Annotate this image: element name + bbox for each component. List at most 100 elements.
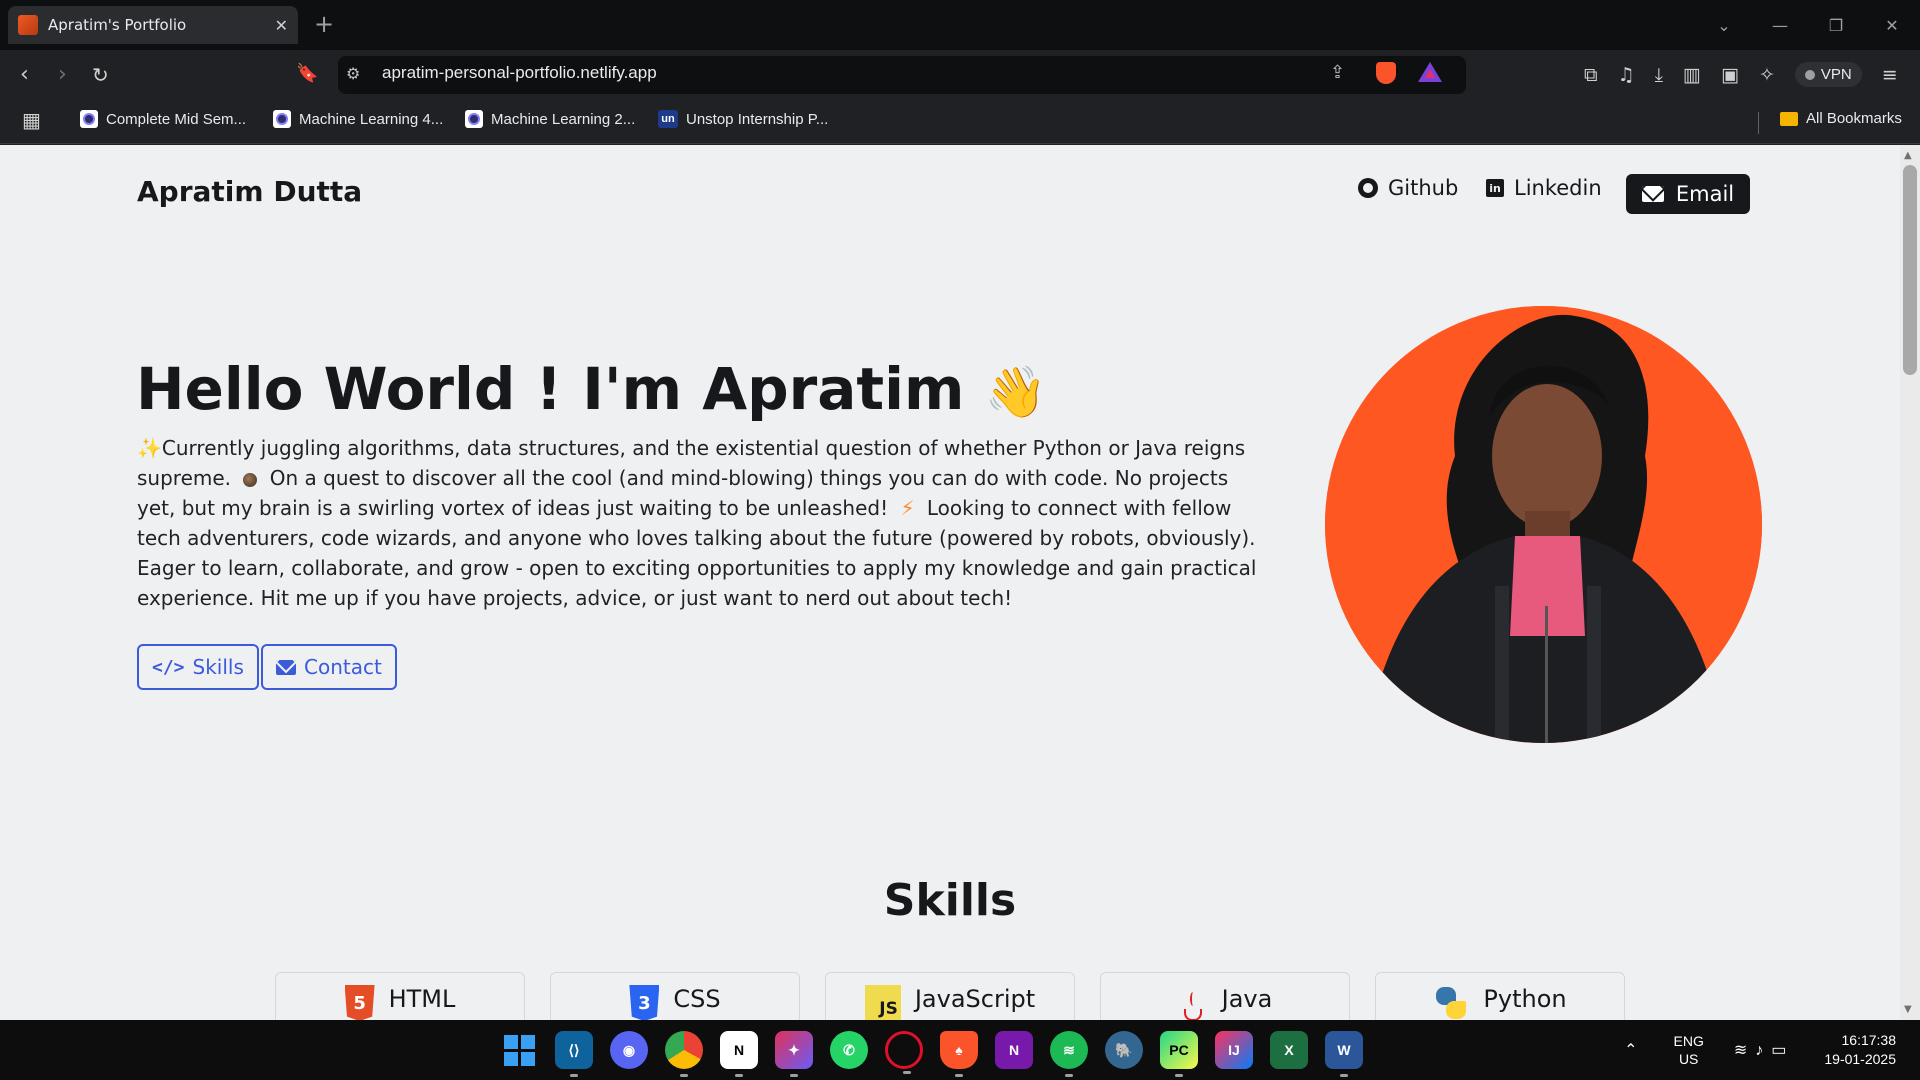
scroll-down-arrow-icon[interactable]: ▼ — [1904, 1004, 1912, 1015]
all-bookmarks-button[interactable]: All Bookmarks — [1780, 110, 1902, 127]
bookmark-item[interactable]: un Unstop Internship P... — [658, 110, 828, 128]
leo-ai-icon[interactable]: ✧ — [1759, 64, 1775, 86]
bookmark-page-icon[interactable]: 🔖 — [296, 63, 318, 84]
clock-time: 16:17:38 — [1841, 1032, 1897, 1048]
tab-title: Apratim's Portfolio — [48, 16, 187, 34]
intellij-icon[interactable]: IJ — [1215, 1031, 1253, 1069]
forward-icon[interactable]: › — [58, 62, 67, 88]
notion-icon[interactable]: N — [720, 1031, 758, 1077]
share-icon[interactable]: ⇪ — [1330, 62, 1345, 83]
contact-button[interactable]: Contact — [261, 644, 397, 690]
portfolio-page: Apratim Dutta Github in Linkedin Email H… — [0, 145, 1900, 1020]
opera-icon[interactable] — [885, 1031, 923, 1074]
clock[interactable]: 16:17:38 19-01-2025 — [1824, 1031, 1896, 1069]
window-controls: ⌄ — ❐ ✕ — [1696, 0, 1920, 50]
onenote-icon[interactable]: N — [995, 1031, 1033, 1069]
menu-icon[interactable]: ≡ — [1882, 64, 1898, 86]
brave-shields-icon[interactable] — [1376, 62, 1396, 84]
scroll-up-arrow-icon[interactable]: ▲ — [1904, 150, 1912, 161]
discord-icon[interactable]: ◉ — [610, 1031, 648, 1069]
apps-grid-icon[interactable]: ▦ — [22, 108, 41, 132]
tab-search-chevron-icon[interactable]: ⌄ — [1696, 16, 1752, 35]
hero-title-text: Hello World ! I'm Apratim — [136, 355, 965, 423]
skill-card-html: 5 HTML — [275, 972, 525, 1020]
linkedin-link[interactable]: in Linkedin — [1486, 176, 1602, 200]
hero-bio: ✨Currently juggling algorithms, data str… — [137, 433, 1267, 613]
start-menu-icon[interactable] — [500, 1031, 538, 1069]
envelope-icon — [1641, 186, 1664, 202]
new-tab-icon[interactable]: + — [314, 10, 334, 38]
vpn-button[interactable]: VPN — [1794, 62, 1862, 87]
chrome-icon[interactable] — [665, 1031, 703, 1077]
skill-card-css: 3 CSS — [550, 972, 800, 1020]
folder-icon — [1780, 111, 1798, 126]
minimize-icon[interactable]: — — [1752, 16, 1808, 35]
bookmark-item[interactable]: Machine Learning 4... — [273, 110, 443, 128]
site-brand[interactable]: Apratim Dutta — [137, 175, 362, 208]
hero-title: Hello World ! I'm Apratim 👋 — [136, 355, 1047, 423]
spotify-icon[interactable]: ≋ — [1050, 1031, 1088, 1077]
linkedin-label: Linkedin — [1514, 176, 1602, 200]
volume-icon: ♪ — [1755, 1042, 1772, 1059]
skill-card-python: Python — [1375, 972, 1625, 1020]
lightning-icon: ⚡ — [900, 496, 915, 520]
pycharm-icon[interactable]: PC — [1160, 1031, 1198, 1077]
waving-hand-icon: 👋 — [984, 363, 1047, 421]
linkedin-icon: in — [1486, 179, 1504, 197]
github-label: Github — [1388, 176, 1459, 200]
bookmark-item[interactable]: Complete Mid Sem... — [80, 110, 246, 128]
skill-label: Java — [1221, 985, 1273, 1013]
crystal-ball-icon — [243, 472, 258, 487]
skill-label: HTML — [388, 985, 456, 1013]
sparkles-icon: ✨ — [137, 436, 162, 460]
excel-icon[interactable]: X — [1270, 1031, 1308, 1069]
sidebar-icon[interactable]: ▥ — [1683, 64, 1701, 86]
postgresql-icon[interactable]: 🐘 — [1105, 1031, 1143, 1069]
back-icon[interactable]: ‹ — [20, 62, 29, 88]
media-icon[interactable]: ♫ — [1618, 64, 1635, 86]
tab-close-icon[interactable]: ✕ — [275, 16, 288, 35]
whatsapp-icon[interactable]: ✆ — [830, 1031, 868, 1069]
skill-label: JavaScript — [914, 985, 1036, 1013]
bookmark-label: Unstop Internship P... — [686, 110, 829, 128]
java-icon — [1178, 985, 1208, 1020]
brave-rewards-icon[interactable] — [1418, 62, 1442, 82]
bookmark-label: Machine Learning 4... — [299, 110, 444, 128]
css3-icon: 3 — [629, 985, 660, 1020]
skills-button[interactable]: </> Skills — [137, 644, 259, 690]
maximize-icon[interactable]: ❐ — [1808, 16, 1864, 35]
javascript-icon: JS — [864, 985, 901, 1020]
browser-tab-active[interactable]: Apratim's Portfolio ✕ — [8, 6, 298, 44]
vscode-icon[interactable]: ⟨⟩ — [555, 1031, 593, 1077]
academy-icon — [80, 110, 98, 128]
skill-label: CSS — [673, 985, 721, 1013]
all-bookmarks-label: All Bookmarks — [1806, 110, 1902, 127]
photos-icon[interactable]: ✦ — [775, 1031, 813, 1077]
email-button[interactable]: Email — [1626, 174, 1750, 214]
address-url[interactable]: apratim-personal-portfolio.netlify.app — [382, 63, 657, 83]
input-language[interactable]: ENG US — [1674, 1032, 1704, 1068]
bookmark-item[interactable]: Machine Learning 2... — [465, 110, 635, 128]
site-info-icon[interactable]: ⚙ — [346, 64, 360, 83]
extensions-icon[interactable]: ⧉ — [1584, 64, 1598, 86]
downloads-icon[interactable]: ⤓ — [1655, 64, 1663, 86]
github-link[interactable]: Github — [1358, 176, 1458, 200]
html5-icon: 5 — [344, 985, 375, 1020]
network-volume-battery[interactable]: ≋♪▭ — [1734, 1040, 1795, 1060]
skill-label: Python — [1483, 985, 1567, 1013]
taskbar-apps: ⟨⟩ ◉ N ✦ ✆ ♠ N ≋ 🐘 PC IJ X W — [500, 1031, 1363, 1077]
skills-button-label: Skills — [192, 655, 244, 679]
word-icon[interactable]: W — [1325, 1031, 1363, 1077]
brave-browser-icon[interactable]: ♠ — [940, 1031, 978, 1077]
show-hidden-icons-chevron-icon[interactable]: ⌃ — [1624, 1040, 1637, 1060]
clock-date: 19-01-2025 — [1824, 1051, 1896, 1067]
contact-button-label: Contact — [304, 655, 382, 679]
system-tray: ⌃ ENG US ≋♪▭ 16:17:38 19-01-2025 — [1624, 1020, 1920, 1080]
tab-strip: Apratim's Portfolio ✕ + ⌄ — ❐ ✕ — [0, 0, 1920, 50]
bookmark-label: Machine Learning 2... — [491, 110, 636, 128]
reload-icon[interactable]: ↻ — [92, 62, 109, 88]
close-window-icon[interactable]: ✕ — [1864, 16, 1920, 35]
wallet-icon[interactable]: ▣ — [1721, 64, 1739, 86]
scrollbar-thumb[interactable] — [1903, 165, 1917, 375]
profile-photo — [1325, 306, 1762, 743]
